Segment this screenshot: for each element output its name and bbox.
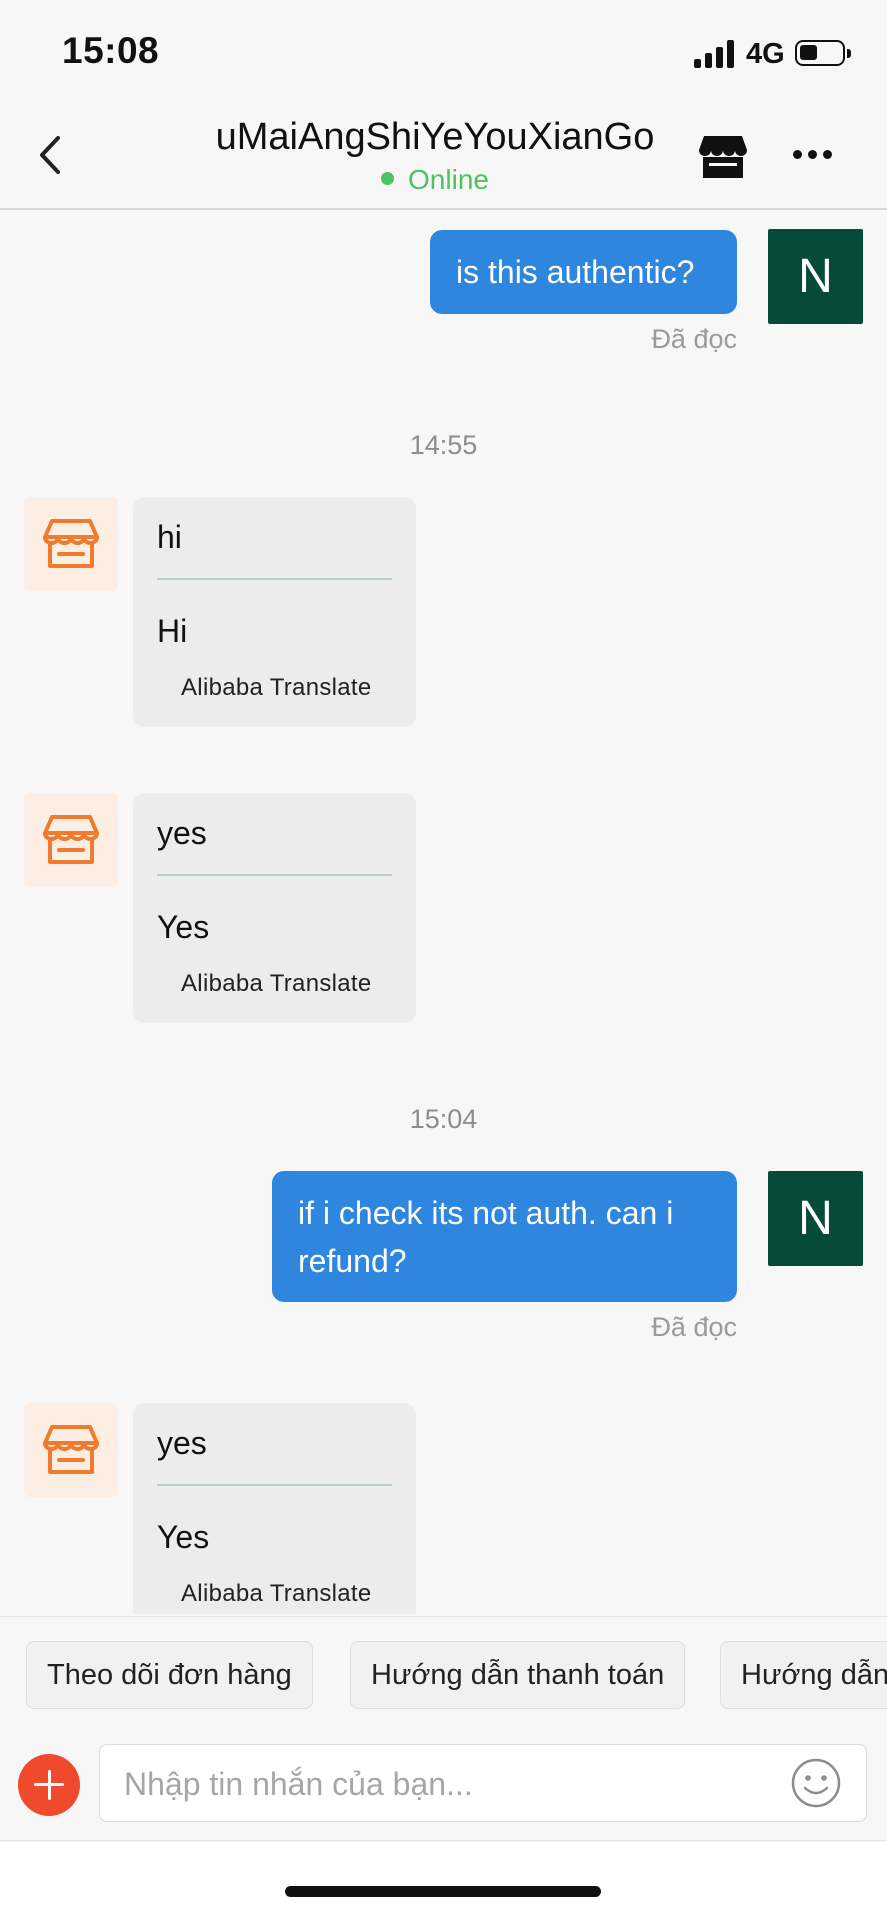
shop-avatar[interactable] [24, 497, 118, 591]
message-list[interactable]: is this authentic? N Đã đọc 14:55 hi Hi … [0, 210, 887, 1614]
message-input-container [99, 1744, 867, 1822]
translated-text: Yes [157, 909, 210, 945]
quick-reply-payment-guide[interactable]: Hướng dẫn thanh toán [350, 1641, 686, 1709]
original-text: hi [157, 519, 182, 555]
user-avatar[interactable]: N [768, 1171, 863, 1266]
user-avatar[interactable]: N [768, 229, 863, 324]
translated-text: Hi [157, 613, 188, 649]
home-bar [0, 1842, 887, 1920]
quick-reply-bar: Theo dõi đơn hàng Hướng dẫn thanh toán H… [0, 1616, 887, 1735]
translator-label: Alibaba Translate [181, 970, 372, 997]
shop-avatar[interactable] [24, 1403, 118, 1497]
network-type: 4G [746, 38, 785, 70]
store-icon [43, 519, 99, 568]
chat-header: uMaiAngShiYeYouXianGo Online [0, 100, 887, 210]
online-status-label: Online [408, 164, 489, 195]
online-dot-icon [381, 172, 395, 186]
message-text: if i check its not auth. can i refund? [298, 1195, 674, 1279]
incoming-message[interactable]: yes Yes Alibaba Translate [133, 1403, 416, 1614]
cellular-signal-icon [694, 40, 738, 68]
quick-reply-guide[interactable]: Hướng dẫn [720, 1641, 887, 1709]
message-timestamp: 14:55 [409, 430, 478, 460]
translated-text: Yes [157, 1519, 210, 1555]
chevron-left-icon [40, 136, 60, 174]
quick-reply-track-order[interactable]: Theo dõi đơn hàng [26, 1641, 313, 1709]
store-icon [43, 815, 99, 864]
original-text: yes [157, 1425, 207, 1461]
outgoing-message[interactable]: is this authentic? [430, 230, 737, 314]
chat-title: uMaiAngShiYeYouXianGo [215, 116, 655, 158]
incoming-message[interactable]: yes Yes Alibaba Translate [133, 793, 416, 1023]
translation-divider [157, 578, 392, 580]
message-input[interactable] [122, 1757, 766, 1811]
translation-divider [157, 874, 392, 876]
more-options-button[interactable] [793, 148, 833, 162]
message-composer [0, 1734, 887, 1841]
read-receipt: Đã đọc [651, 324, 737, 354]
translation-divider [157, 1484, 392, 1486]
status-time: 15:08 [62, 30, 160, 71]
home-indicator[interactable] [285, 1886, 601, 1897]
status-bar: 15:08 4G [0, 0, 887, 100]
emoji-button[interactable] [790, 1757, 842, 1809]
outgoing-message[interactable]: if i check its not auth. can i refund? [272, 1171, 737, 1302]
online-status: Online [200, 164, 670, 196]
smiley-icon [791, 1758, 841, 1808]
original-text: yes [157, 815, 207, 851]
message-text: is this authentic? [456, 254, 695, 290]
read-receipt: Đã đọc [651, 1312, 737, 1342]
store-icon [699, 136, 747, 178]
incoming-message[interactable]: hi Hi Alibaba Translate [133, 497, 416, 727]
translator-label: Alibaba Translate [181, 674, 372, 701]
battery-icon [795, 40, 851, 66]
add-attachment-button[interactable] [18, 1754, 80, 1816]
store-button[interactable] [698, 134, 748, 180]
translator-label: Alibaba Translate [181, 1580, 372, 1607]
back-button[interactable] [30, 130, 74, 180]
message-timestamp: 15:04 [409, 1104, 478, 1134]
shop-avatar[interactable] [24, 793, 118, 887]
store-icon [43, 1425, 99, 1474]
